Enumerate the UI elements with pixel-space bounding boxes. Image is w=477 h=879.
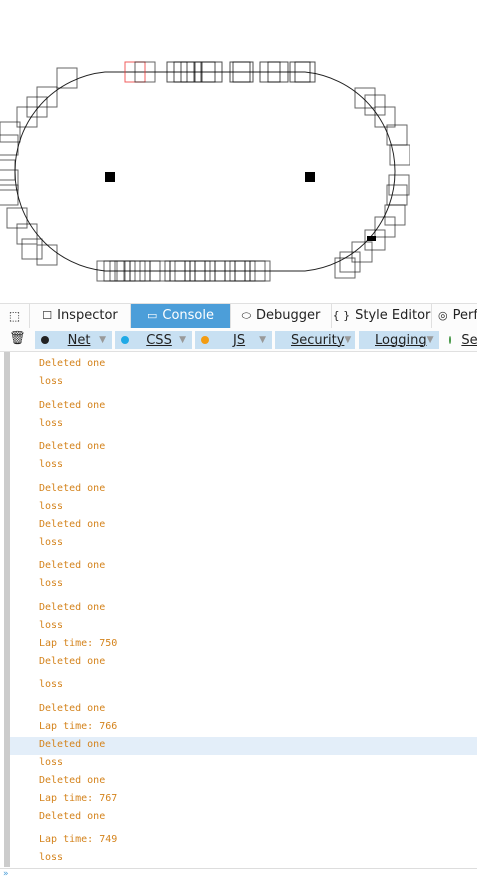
tab-inspector[interactable]: ☐ Inspector — [30, 304, 131, 328]
chevron-down-icon: ▼ — [259, 335, 266, 345]
style-editor-icon: { } — [332, 309, 351, 322]
console-message: loss — [39, 537, 64, 548]
player-car — [367, 236, 376, 241]
console-message: Deleted one — [39, 739, 106, 750]
car-sprite — [389, 144, 410, 166]
tab-console[interactable]: ▭ Console — [131, 304, 231, 328]
console-message: Lap time: 750 — [39, 638, 118, 649]
pick-element-icon: ⬚ — [8, 309, 21, 323]
tab-debugger[interactable]: ⬭ Debugger — [231, 304, 332, 328]
console-message: loss — [39, 501, 64, 512]
console-message: Deleted one — [39, 483, 106, 494]
console-message: Deleted one — [39, 775, 106, 786]
inspector-icon: ☐ — [42, 309, 53, 322]
console-message: loss — [39, 459, 64, 470]
console-filter-bar: 🗑 Net▼CSS▼JS▼Security▼Logging▼Ser — [0, 328, 477, 352]
tab-style-editor[interactable]: { } Style Editor — [332, 304, 432, 328]
console-icon: ▭ — [146, 309, 158, 322]
console-message: Deleted one — [39, 358, 106, 369]
filter-security[interactable]: Security ▼ — [275, 331, 355, 349]
console-message: Lap time: 766 — [39, 721, 118, 732]
car-sprite — [0, 184, 19, 206]
console-message: Deleted one — [39, 703, 106, 714]
console-message: loss — [39, 418, 64, 429]
console-message: loss — [39, 620, 64, 631]
filter-dot-icon — [449, 336, 452, 344]
chevron-down-icon: ▼ — [99, 335, 106, 345]
filter-net[interactable]: Net ▼ — [35, 331, 112, 349]
race-track — [14, 71, 396, 272]
console-message: Deleted one — [39, 441, 106, 452]
filter-dot-icon — [201, 336, 209, 344]
pick-element-button[interactable]: ⬚ — [0, 304, 30, 328]
car-sprite — [0, 134, 19, 156]
filter-ser[interactable]: Ser — [443, 331, 477, 349]
performance-icon: ◎ — [438, 309, 448, 322]
console-message: Deleted one — [39, 400, 106, 411]
car-sprite — [386, 124, 408, 146]
console-message: Deleted one — [39, 519, 106, 530]
filter-js[interactable]: JS ▼ — [195, 331, 272, 349]
filter-css[interactable]: CSS ▼ — [115, 331, 192, 349]
console-message: loss — [39, 578, 64, 589]
console-gutter — [4, 352, 10, 867]
console-message: Deleted one — [39, 560, 106, 571]
console-message: Deleted one — [39, 811, 106, 822]
clear-console-trash-icon[interactable]: 🗑 — [9, 331, 26, 346]
console-message: Lap time: 749 — [39, 834, 118, 845]
filter-dot-icon — [121, 336, 129, 344]
console-message: loss — [39, 852, 64, 863]
filter-logging[interactable]: Logging ▼ — [359, 331, 439, 349]
tab-performance[interactable]: ◎ Perf — [432, 304, 477, 328]
console-message: Deleted one — [39, 602, 106, 613]
checkpoint-marker — [105, 172, 115, 182]
car-sprite — [36, 244, 58, 266]
console-message: loss — [39, 757, 64, 768]
console-message: Lap time: 767 — [39, 793, 118, 804]
console-message: loss — [39, 679, 64, 690]
chevron-down-icon: ▼ — [426, 335, 434, 345]
filter-dot-icon — [41, 336, 49, 344]
console-input[interactable]: » — [0, 868, 477, 879]
game-canvas[interactable] — [0, 0, 410, 300]
chevron-down-icon: ▼ — [179, 335, 186, 345]
car-sprite — [56, 67, 78, 89]
debugger-icon: ⬭ — [241, 309, 252, 322]
chevron-down-icon: ▼ — [344, 335, 352, 345]
checkpoint-marker — [305, 172, 315, 182]
console-message: Deleted one — [39, 656, 106, 667]
car-sprite — [21, 238, 43, 260]
console-message: loss — [39, 376, 64, 387]
devtools-toolbar: ⬚ ☐ Inspector ▭ Console ⬭ Debugger { } Style… — [0, 303, 477, 329]
